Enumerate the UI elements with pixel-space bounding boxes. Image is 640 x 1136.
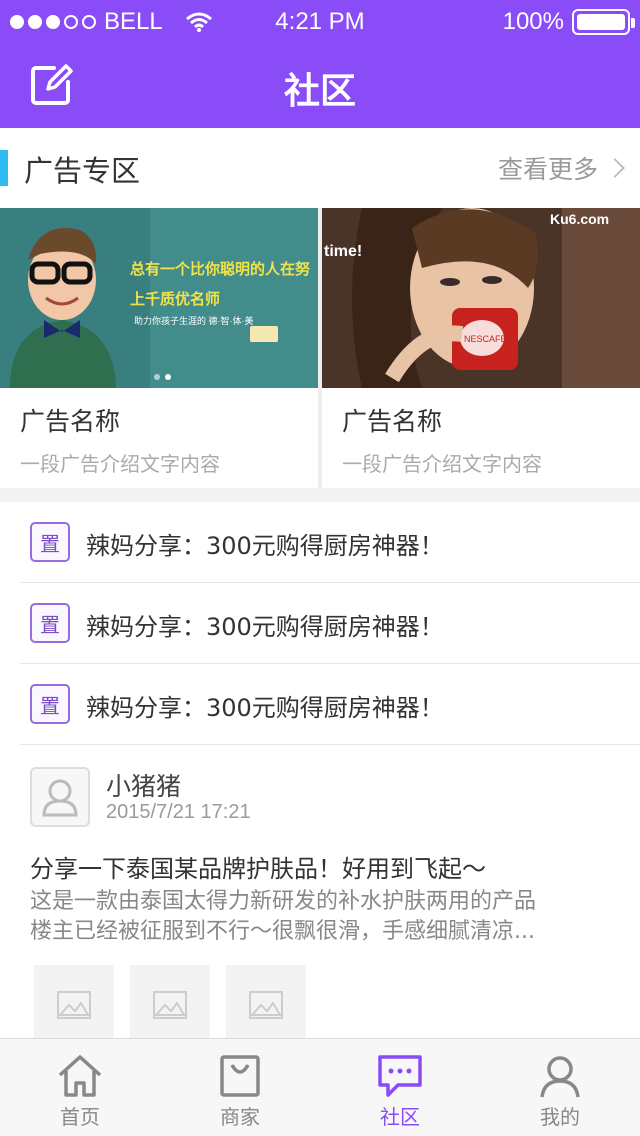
see-more-link[interactable]: 查看更多 <box>497 150 625 186</box>
tab-home[interactable]: 首页 <box>0 1039 160 1136</box>
post-author[interactable]: 小猪猪 <box>106 767 181 803</box>
battery-info: 100% <box>502 8 635 36</box>
post-thumbnails <box>34 965 306 1038</box>
user-placeholder-icon <box>42 779 78 817</box>
pinned-post[interactable]: 置 辣妈分享：300元购得厨房神器！ <box>20 664 640 745</box>
chat-icon <box>378 1055 422 1097</box>
status-bar: BELL 4:21 PM 100% <box>0 0 640 44</box>
image-placeholder-icon[interactable] <box>226 965 306 1038</box>
ad-image-caption: time! <box>324 243 362 260</box>
ad-name: 广告名称 <box>20 407 121 436</box>
post-excerpt-line: 楼主已经被征服到不行～很飘很滑，手感细腻清凉... <box>30 919 535 944</box>
tab-community[interactable]: 社区 <box>320 1039 480 1136</box>
pinned-badge: 置 <box>30 603 70 643</box>
pinned-post-title: 辣妈分享：300元购得厨房神器！ <box>86 694 444 722</box>
user-icon <box>540 1056 580 1098</box>
ad-image-illustration: NESCAFÉ time! Ku6.com <box>322 208 640 388</box>
see-more-label: 查看更多 <box>497 155 598 184</box>
ad-description: 一段广告介绍文字内容 <box>20 452 220 476</box>
ad-image-illustration: 总有一个比你聪明的人在努 上千质优名师 助力你孩子生涯的 德·智·体·美 <box>0 208 318 388</box>
tab-label: 首页 <box>60 1105 100 1129</box>
ad-card[interactable]: 总有一个比你聪明的人在努 上千质优名师 助力你孩子生涯的 德·智·体·美 广告名… <box>0 208 318 488</box>
battery-percent: 100% <box>502 8 564 35</box>
ad-image: NESCAFÉ time! Ku6.com <box>322 208 640 388</box>
tab-shop[interactable]: 商家 <box>160 1039 320 1136</box>
ad-image-subheadline: 上千质优名师 <box>130 290 220 308</box>
ad-section: 广告专区 查看更多 总有一个比你聪明的人在努 上千质优名师 助力你孩子生涯的 德… <box>0 128 640 488</box>
tab-label: 我的 <box>540 1105 580 1129</box>
community-feed: 置 辣妈分享：300元购得厨房神器！ 置 辣妈分享：300元购得厨房神器！ 置 … <box>0 502 640 1038</box>
tab-label: 社区 <box>380 1105 420 1129</box>
ad-name: 广告名称 <box>342 407 443 436</box>
mug-logo: NESCAFÉ <box>464 334 507 344</box>
pinned-post[interactable]: 置 辣妈分享：300元购得厨房神器！ <box>20 502 640 583</box>
tab-label: 商家 <box>220 1105 260 1129</box>
pinned-post[interactable]: 置 辣妈分享：300元购得厨房神器！ <box>20 583 640 664</box>
top-bar: BELL 4:21 PM 100% 社区 <box>0 0 640 128</box>
ad-card[interactable]: NESCAFÉ time! Ku6.com 广告名称 一段广告介绍文字内容 <box>322 208 640 488</box>
post-excerpt-line: 这是一款由泰国太得力新研发的补水护肤两用的产品 <box>30 889 537 914</box>
page-title: 社区 <box>283 71 356 112</box>
pinned-post-title: 辣妈分享：300元购得厨房神器！ <box>86 613 444 641</box>
ad-section-title: 广告专区 <box>24 154 141 188</box>
section-accent-bar <box>0 150 8 186</box>
ad-section-header: 广告专区 查看更多 <box>0 128 640 208</box>
ad-image: 总有一个比你聪明的人在努 上千质优名师 助力你孩子生涯的 德·智·体·美 <box>0 208 318 388</box>
tab-bar: 首页 商家 社区 我的 <box>0 1038 640 1136</box>
home-icon <box>58 1055 102 1097</box>
chevron-right-icon <box>605 158 625 178</box>
pinned-post-title: 辣妈分享：300元购得厨房神器！ <box>86 532 444 560</box>
avatar[interactable] <box>30 767 90 827</box>
pinned-badge: 置 <box>30 522 70 562</box>
image-placeholder-icon[interactable] <box>130 965 210 1038</box>
pinned-badge: 置 <box>30 684 70 724</box>
video-source-logo: Ku6.com <box>550 211 609 227</box>
post-title[interactable]: 分享一下泰国某品牌护肤品！好用到飞起～ <box>30 849 486 884</box>
battery-icon <box>572 9 635 35</box>
post-excerpt: 这是一款由泰国太得力新研发的补水护肤两用的产品 楼主已经被征服到不行～很飘很滑，… <box>30 887 620 947</box>
image-placeholder-icon[interactable] <box>34 965 114 1038</box>
ad-image-headline: 总有一个比你聪明的人在努 <box>130 260 310 278</box>
feed-post[interactable]: 小猪猪 2015/7/21 17:21 分享一下泰国某品牌护肤品！好用到飞起～ … <box>0 745 640 1038</box>
ad-description: 一段广告介绍文字内容 <box>342 452 542 476</box>
tab-profile[interactable]: 我的 <box>480 1039 640 1136</box>
post-date: 2015/7/21 17:21 <box>106 801 251 823</box>
nav-bar: 社区 <box>0 44 640 128</box>
ad-cards: 总有一个比你聪明的人在努 上千质优名师 助力你孩子生涯的 德·智·体·美 广告名… <box>0 208 640 488</box>
ad-image-tagline: 助力你孩子生涯的 德·智·体·美 <box>134 315 254 326</box>
carousel-pager[interactable] <box>154 374 171 380</box>
shop-bag-icon <box>220 1055 260 1097</box>
